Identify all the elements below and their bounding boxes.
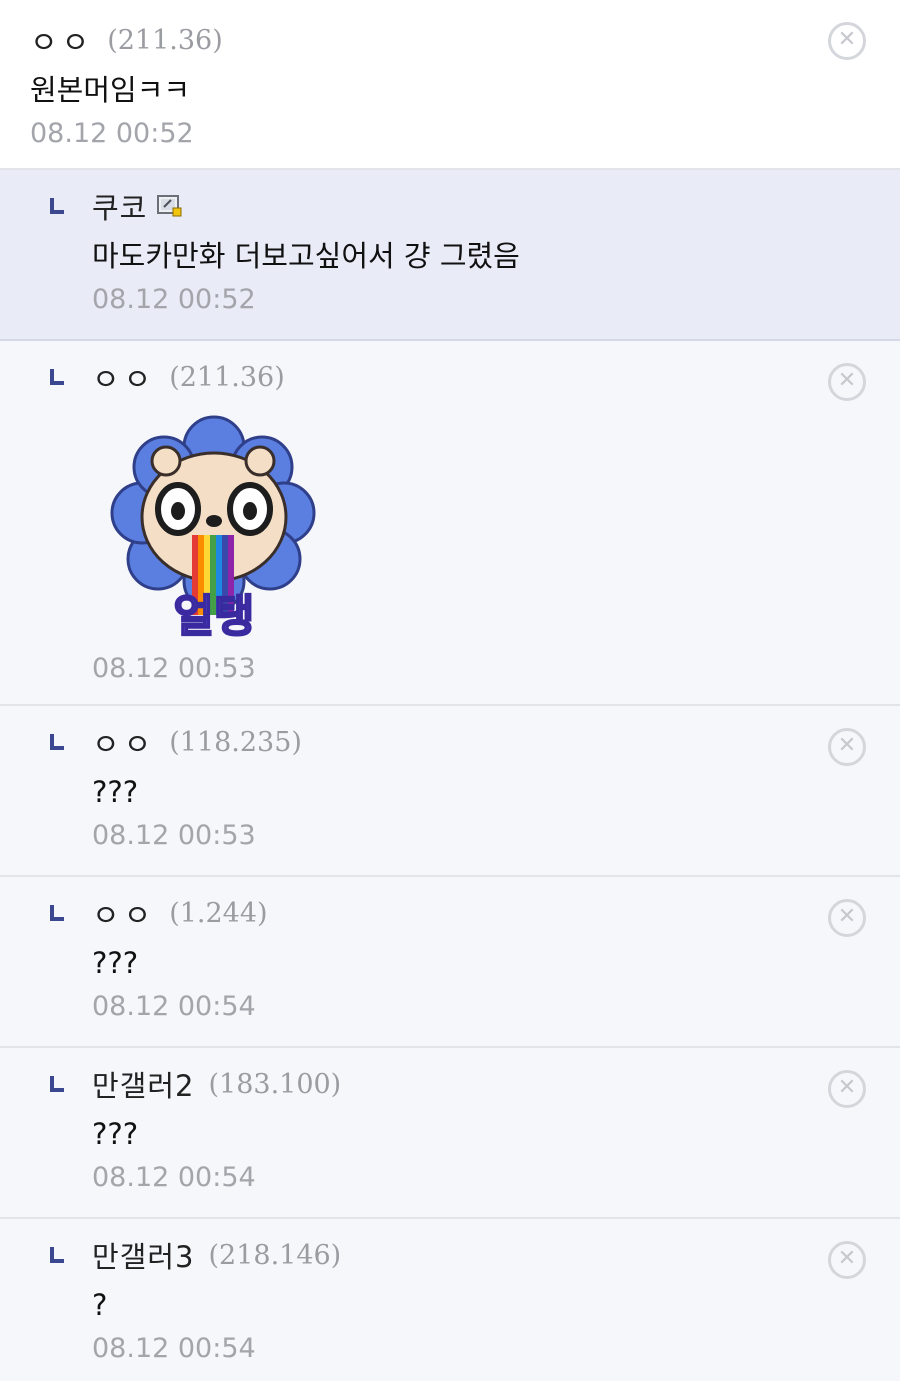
reply-item: 만갤러3 (218.146) ? 08.12 00:54 ✕ — [0, 1219, 900, 1381]
close-icon: ✕ — [837, 1075, 857, 1100]
reply-arrow-icon — [50, 1247, 64, 1263]
comment-time: 08.12 00:53 — [92, 820, 256, 851]
reply-item: 만갤러2 (183.100) ??? 08.12 00:54 ✕ — [0, 1048, 900, 1219]
reply-item: ㅇㅇ (1.244) ??? 08.12 00:54 ✕ — [0, 877, 900, 1048]
delete-comment-button[interactable]: ✕ — [828, 1070, 866, 1108]
reply-arrow-icon — [50, 198, 64, 214]
comment-nickname[interactable]: 쿠코 — [92, 185, 147, 227]
comment-header: 쿠코 — [92, 186, 900, 226]
comment-time: 08.12 00:52 — [30, 118, 194, 149]
delete-comment-button[interactable]: ✕ — [828, 899, 866, 937]
comment-item: ㅇㅇ (211.36) 원본머임ㅋㅋ 08.12 00:52 ✕ — [0, 0, 900, 170]
comment-nickname[interactable]: ㅇㅇ — [30, 18, 93, 62]
comment-ip: (118.235) — [169, 726, 302, 758]
comment-nickname[interactable]: 만갤러3 — [92, 1234, 195, 1276]
comment-header: ㅇㅇ (211.36) — [92, 355, 900, 399]
delete-comment-button[interactable]: ✕ — [828, 728, 866, 766]
comment-text: ??? — [92, 775, 139, 809]
reply-arrow-icon — [50, 905, 64, 921]
reply-arrow-icon — [50, 1076, 64, 1092]
close-icon: ✕ — [837, 733, 857, 758]
comment-ip: (211.36) — [169, 361, 285, 393]
comment-text: ??? — [92, 946, 139, 980]
delete-comment-button[interactable]: ✕ — [828, 22, 866, 60]
close-icon: ✕ — [837, 27, 857, 52]
comment-ip: (183.100) — [208, 1068, 342, 1100]
gallog-icon[interactable] — [157, 194, 183, 218]
comment-nickname[interactable]: ㅇㅇ — [92, 891, 155, 935]
reply-item: ㅇㅇ (211.36) 얼탱 08.12 00:53 ✕ — [0, 341, 900, 706]
reply-arrow-icon — [50, 369, 64, 385]
delete-comment-button[interactable]: ✕ — [828, 363, 866, 401]
comment-time: 08.12 00:54 — [92, 1333, 256, 1364]
comment-nickname[interactable]: 만갤러2 — [92, 1063, 195, 1105]
comment-ip: (218.146) — [208, 1239, 342, 1271]
reply-arrow-icon — [50, 734, 64, 750]
close-icon: ✕ — [837, 1246, 857, 1271]
close-icon: ✕ — [837, 904, 857, 929]
comment-time: 08.12 00:53 — [92, 653, 256, 684]
comment-ip: (1.244) — [169, 897, 268, 929]
comment-text: ? — [92, 1288, 108, 1322]
close-icon: ✕ — [837, 368, 857, 393]
dccon-sticker[interactable]: 얼탱 — [104, 409, 324, 645]
comment-time: 08.12 00:54 — [92, 1162, 256, 1193]
comment-text: 마도카만화 더보고싶어서 걍 그렸음 — [92, 239, 520, 273]
comment-nickname[interactable]: ㅇㅇ — [92, 720, 155, 764]
delete-comment-button[interactable]: ✕ — [828, 1241, 866, 1279]
comment-header: 만갤러2 (183.100) — [92, 1064, 900, 1104]
comment-header: 만갤러3 (218.146) — [92, 1235, 900, 1275]
comment-nickname[interactable]: ㅇㅇ — [92, 355, 155, 399]
comment-time: 08.12 00:52 — [92, 284, 256, 315]
reply-item: 쿠코 마도카만화 더보고싶어서 걍 그렸음 08.12 00:52 — [0, 170, 900, 341]
comment-header: ㅇㅇ (118.235) — [92, 720, 900, 764]
comment-time: 08.12 00:54 — [92, 991, 256, 1022]
comment-ip: (211.36) — [107, 24, 223, 56]
comment-header: ㅇㅇ (1.244) — [92, 891, 900, 935]
sticker-label: 얼탱 — [174, 591, 255, 642]
reply-item: ㅇㅇ (118.235) ??? 08.12 00:53 ✕ — [0, 706, 900, 877]
comment-text: 원본머임ㅋㅋ — [30, 73, 191, 107]
comment-header: ㅇㅇ (211.36) — [30, 18, 900, 62]
comment-text: ??? — [92, 1117, 139, 1151]
comment-thread: ㅇㅇ (211.36) 원본머임ㅋㅋ 08.12 00:52 ✕ 쿠코 마도카만… — [0, 0, 900, 1381]
